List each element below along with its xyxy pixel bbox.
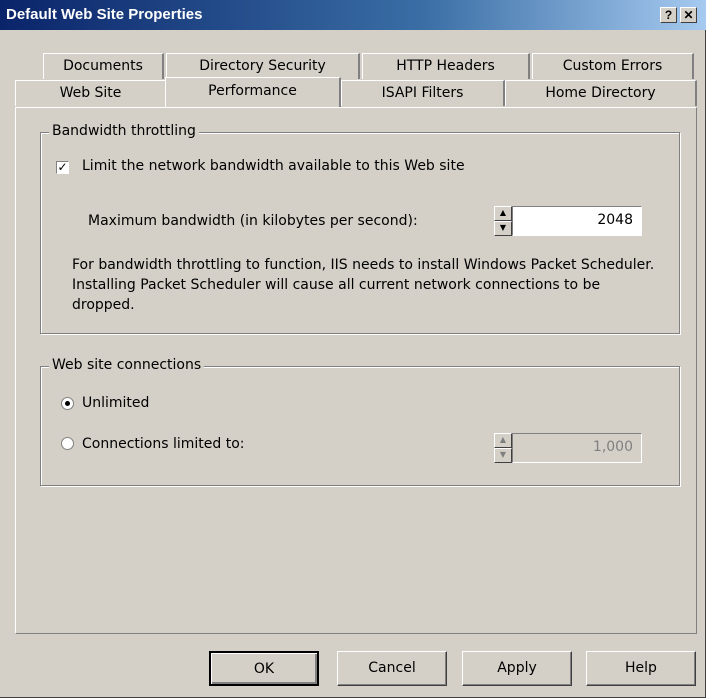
tab-home-directory[interactable]: Home Directory [505, 80, 697, 106]
max-bandwidth-input[interactable]: 2048 [512, 206, 642, 236]
spin-down-icon[interactable]: ▼ [494, 448, 512, 463]
limit-bandwidth-checkbox[interactable]: ✓ [56, 161, 69, 174]
tab-isapi-filters[interactable]: ISAPI Filters [341, 80, 505, 106]
limited-label[interactable]: Connections limited to: [82, 436, 244, 452]
bandwidth-legend: Bandwidth throttling [49, 123, 199, 139]
help-icon[interactable]: ? [660, 7, 677, 23]
title-bar[interactable]: Default Web Site Properties ? ✕ [0, 0, 706, 30]
web-site-connections-group: Web site connections [40, 357, 680, 486]
limited-radio[interactable] [61, 437, 74, 450]
unlimited-radio[interactable] [61, 397, 74, 410]
tab-directory-security[interactable]: Directory Security [166, 53, 360, 79]
tab-documents[interactable]: Documents [43, 53, 164, 79]
connections-limit-input[interactable]: 1,000 [512, 433, 642, 463]
connections-legend: Web site connections [49, 357, 205, 373]
tab-performance[interactable]: Performance [165, 77, 341, 107]
apply-button[interactable]: Apply [462, 651, 572, 686]
packet-scheduler-note: For bandwidth throttling to function, II… [72, 257, 655, 313]
tab-web-site[interactable]: Web Site [15, 80, 167, 106]
max-bandwidth-spinner[interactable]: ▲ ▼ [494, 206, 512, 236]
cancel-button[interactable]: Cancel [337, 651, 447, 686]
spin-down-icon[interactable]: ▼ [494, 221, 512, 236]
connections-spinner[interactable]: ▲ ▼ [494, 433, 512, 463]
ok-button[interactable]: OK [209, 651, 319, 686]
tab-http-headers[interactable]: HTTP Headers [362, 53, 530, 79]
help-button[interactable]: Help [586, 651, 696, 686]
spin-up-icon[interactable]: ▲ [494, 433, 512, 448]
checkmark-icon: ✓ [57, 160, 68, 174]
max-bandwidth-label: Maximum bandwidth (in kilobytes per seco… [88, 213, 418, 229]
unlimited-label[interactable]: Unlimited [82, 395, 149, 411]
tab-custom-errors[interactable]: Custom Errors [532, 53, 694, 79]
radio-selected-dot [65, 401, 70, 406]
window-title: Default Web Site Properties [6, 6, 203, 23]
limit-bandwidth-label[interactable]: Limit the network bandwidth available to… [82, 158, 465, 174]
close-icon[interactable]: ✕ [680, 7, 697, 23]
properties-dialog: Default Web Site Properties ? ✕ Document… [0, 0, 706, 698]
spin-up-icon[interactable]: ▲ [494, 206, 512, 221]
